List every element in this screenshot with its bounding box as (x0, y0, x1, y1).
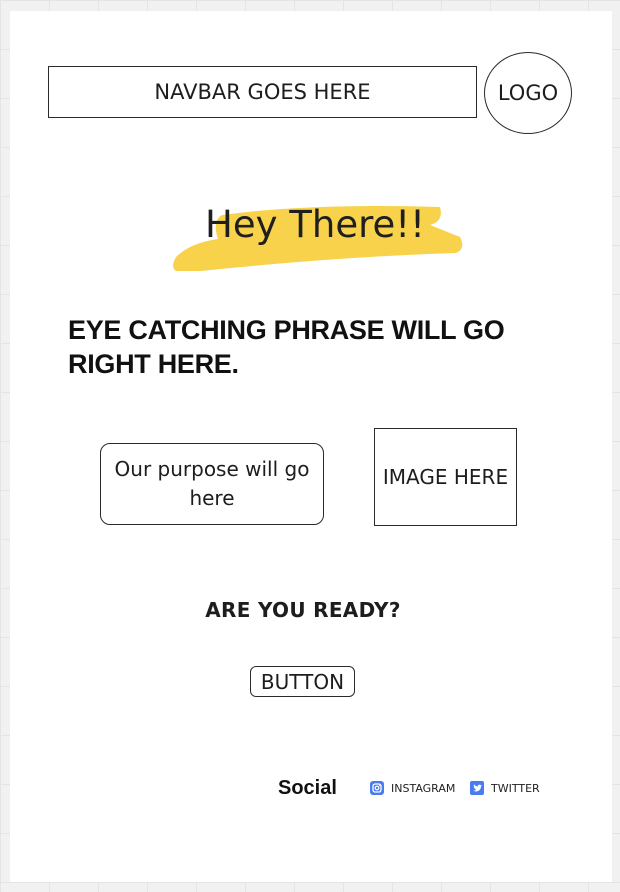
instagram-link[interactable]: INSTAGRAM (370, 781, 455, 795)
social-label: Social (278, 777, 337, 799)
cta-button[interactable]: BUTTON (250, 666, 355, 697)
wireframe-card: NAVBAR GOES HERE LOGO Hey There!! EYE CA… (10, 11, 612, 882)
twitter-icon (470, 781, 484, 795)
hero-phrase: EYE CATCHING PHRASE WILL GO RIGHT HERE. (68, 315, 505, 379)
navbar-placeholder[interactable]: NAVBAR GOES HERE (48, 66, 477, 118)
purpose-box: Our purpose will go here (100, 443, 324, 525)
greeting-block: Hey There!! (160, 191, 470, 271)
instagram-label: INSTAGRAM (391, 781, 456, 795)
twitter-link[interactable]: TWITTER (470, 781, 540, 795)
navbar-label: NAVBAR GOES HERE (154, 80, 371, 104)
twitter-label: TWITTER (491, 781, 540, 795)
greeting-heading: Hey There!! (205, 202, 425, 246)
logo-placeholder[interactable]: LOGO (484, 52, 572, 134)
purpose-text: Our purpose will go here (114, 457, 310, 510)
instagram-icon (370, 781, 384, 795)
image-placeholder: IMAGE HERE (374, 428, 517, 526)
image-placeholder-label: IMAGE HERE (382, 465, 509, 489)
logo-label: LOGO (497, 81, 559, 105)
cta-question: ARE YOU READY? (205, 598, 401, 622)
